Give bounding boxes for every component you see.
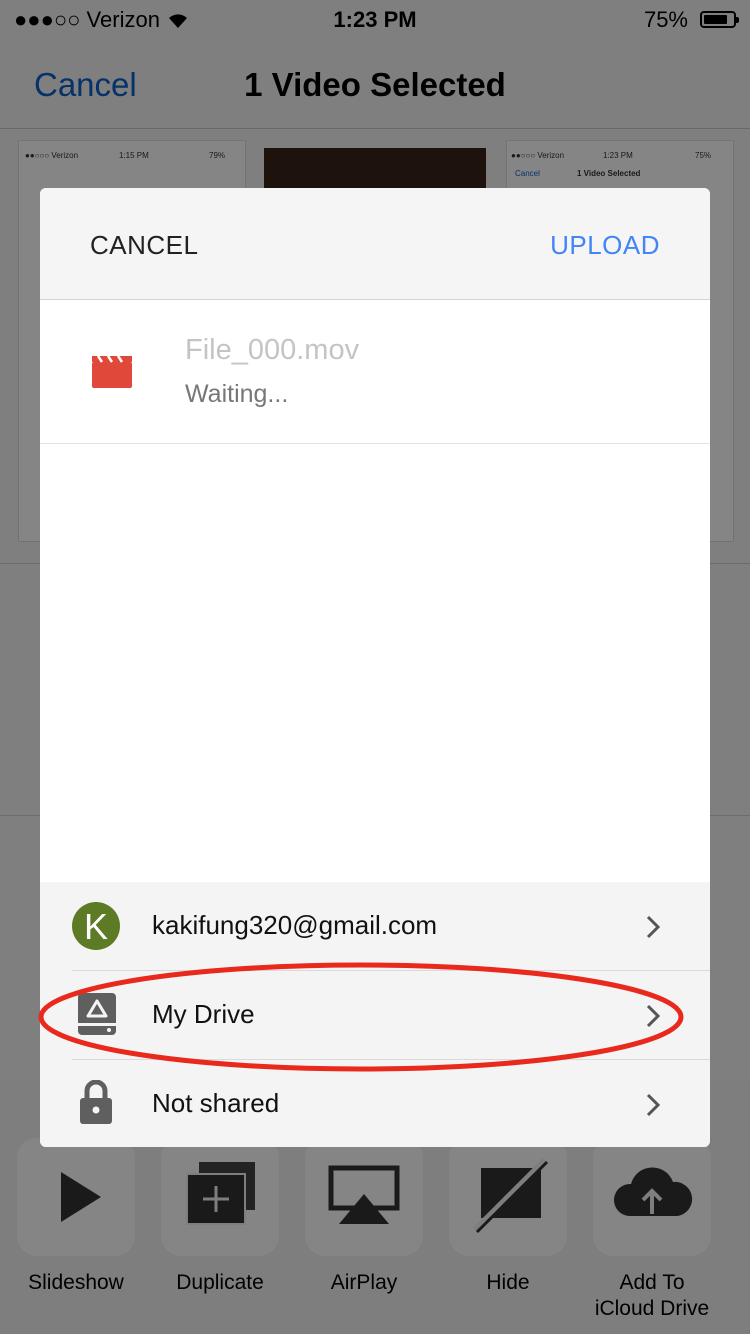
highlight-ellipse <box>38 962 684 1072</box>
file-status: Waiting... <box>185 380 289 408</box>
file-item: File_000.mov Waiting... <box>40 300 710 444</box>
dialog-upload-button[interactable]: UPLOAD <box>550 230 660 261</box>
chevron-right-icon <box>646 1093 661 1117</box>
chevron-right-icon <box>646 915 661 939</box>
dialog-cancel-button[interactable]: CANCEL <box>90 230 198 261</box>
dialog-header: CANCEL UPLOAD <box>40 188 710 300</box>
account-email: kakifung320@gmail.com <box>152 910 438 940</box>
lock-icon <box>80 1080 112 1124</box>
avatar: K <box>72 902 120 950</box>
file-name: File_000.mov <box>185 334 360 366</box>
sharing-label: Not shared <box>152 1088 280 1118</box>
account-row[interactable]: K kakifung320@gmail.com <box>40 882 710 971</box>
video-file-icon <box>92 355 132 388</box>
